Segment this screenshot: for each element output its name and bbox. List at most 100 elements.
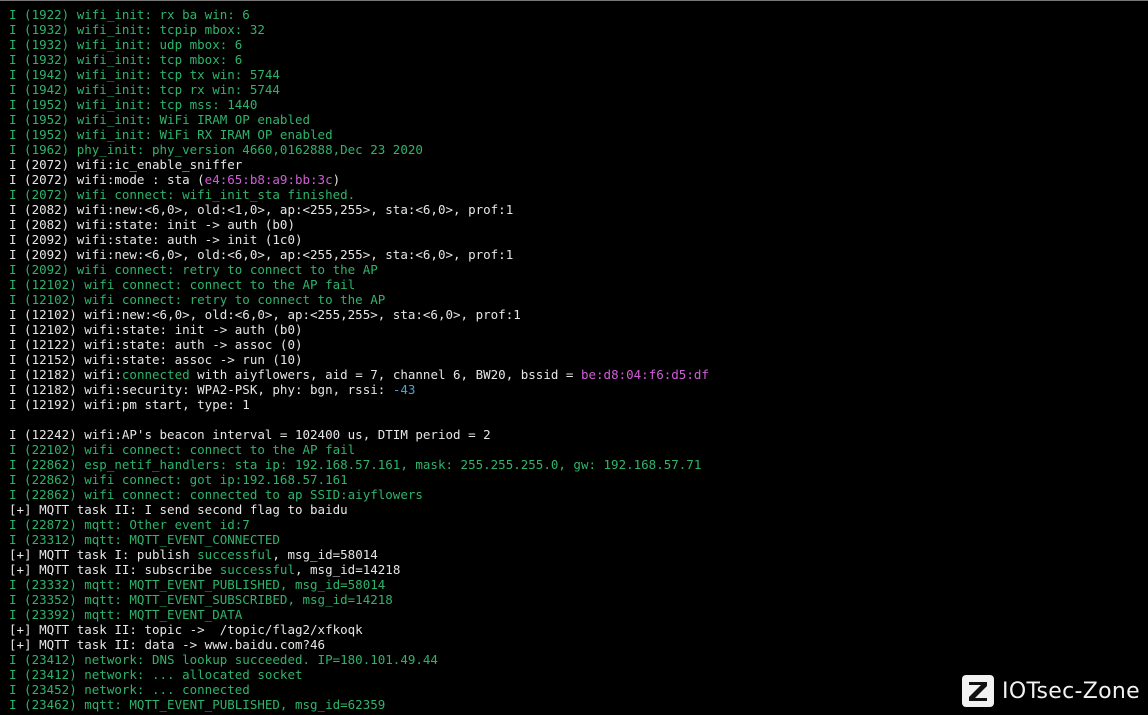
log-segment: I (23412) network: ... allocated socket <box>9 667 303 682</box>
log-segment: [+] MQTT task II: data -> www.baidu.com?… <box>9 637 326 652</box>
log-line: I (1932) wifi_init: udp mbox: 6 <box>9 37 709 52</box>
log-line: I (23352) mqtt: MQTT_EVENT_SUBSCRIBED, m… <box>9 592 709 607</box>
log-line: I (1932) wifi_init: tcpip mbox: 32 <box>9 22 709 37</box>
log-line: I (23412) network: ... allocated socket <box>9 667 709 682</box>
log-segment: I (12152) wifi:state: assoc -> run (10) <box>9 352 303 367</box>
log-segment: I (23312) mqtt: MQTT_EVENT_CONNECTED <box>9 532 280 547</box>
terminal-output: I (1922) wifi_init: rx ba win: 6I (1932)… <box>9 7 709 712</box>
log-line: [+] MQTT task II: topic -> /topic/flag2/… <box>9 622 709 637</box>
log-segment: I (2072) wifi:ic_enable_sniffer <box>9 157 243 172</box>
log-segment: connected <box>121 367 190 382</box>
log-line: I (2092) wifi:state: auth -> init (1c0) <box>9 232 709 247</box>
log-segment: I (2082) wifi:new:<6,0>, old:<1,0>, ap:<… <box>9 202 514 217</box>
log-line: I (22872) mqtt: Other event id:7 <box>9 517 709 532</box>
log-line: I (12182) wifi:connected with aiyflowers… <box>9 367 709 382</box>
log-segment: I (12102) wifi:new:<6,0>, old:<6,0>, ap:… <box>9 307 521 322</box>
log-segment: I (1932) wifi_init: tcpip mbox: 32 <box>9 22 265 37</box>
log-line: I (23412) network: DNS lookup succeeded.… <box>9 652 709 667</box>
log-segment: I (22872) mqtt: Other event id:7 <box>9 517 250 532</box>
log-line: I (12122) wifi:state: auth -> assoc (0) <box>9 337 709 352</box>
log-line: I (22102) wifi connect: connect to the A… <box>9 442 709 457</box>
log-line: [+] MQTT task I: publish successful, msg… <box>9 547 709 562</box>
log-segment: I (2072) wifi:mode : sta ( <box>9 172 205 187</box>
log-line: I (23332) mqtt: MQTT_EVENT_PUBLISHED, ms… <box>9 577 709 592</box>
log-segment: I (23352) mqtt: MQTT_EVENT_SUBSCRIBED, m… <box>9 592 393 607</box>
log-segment: -43 <box>392 382 416 397</box>
log-segment: be:d8:04:f6:d5:df <box>580 367 709 382</box>
log-segment: I (1952) wifi_init: WiFi RX IRAM OP enab… <box>9 127 333 142</box>
log-segment: [+] MQTT task II: I send second flag to … <box>9 502 348 517</box>
log-line: I (2072) wifi:ic_enable_sniffer <box>9 157 709 172</box>
log-line: I (1942) wifi_init: tcp rx win: 5744 <box>9 82 709 97</box>
log-segment: I (2092) wifi connect: retry to connect … <box>9 262 378 277</box>
log-line: I (12102) wifi:state: init -> auth (b0) <box>9 322 709 337</box>
log-line: I (1942) wifi_init: tcp tx win: 5744 <box>9 67 709 82</box>
log-line: I (2072) wifi connect: wifi_init_sta fin… <box>9 187 709 202</box>
log-line: I (1952) wifi_init: WiFi RX IRAM OP enab… <box>9 127 709 142</box>
log-segment: I (23462) mqtt: MQTT_EVENT_PUBLISHED, ms… <box>9 697 386 712</box>
log-line: I (12102) wifi:new:<6,0>, old:<6,0>, ap:… <box>9 307 709 322</box>
log-segment: I (12182) wifi:security: WPA2-PSK, phy: … <box>9 382 393 397</box>
log-segment: successful <box>219 562 295 577</box>
log-segment: I (1932) wifi_init: udp mbox: 6 <box>9 37 243 52</box>
log-segment: I (22862) wifi connect: got ip:192.168.5… <box>9 472 348 487</box>
log-line: I (23392) mqtt: MQTT_EVENT_DATA <box>9 607 709 622</box>
log-segment: I (1962) phy_init: phy_version 4660,0162… <box>9 142 423 157</box>
log-segment: with aiyflowers, aid = 7, channel 6, BW2… <box>189 367 581 382</box>
watermark-text: IOTsec-Zone <box>1002 678 1140 704</box>
log-segment: I (1932) wifi_init: tcp mbox: 6 <box>9 52 243 67</box>
log-line: I (12152) wifi:state: assoc -> run (10) <box>9 352 709 367</box>
log-segment: successful <box>197 547 273 562</box>
log-segment: I (23412) network: DNS lookup succeeded.… <box>9 652 438 667</box>
log-line: I (1962) phy_init: phy_version 4660,0162… <box>9 142 709 157</box>
log-line: [+] MQTT task II: data -> www.baidu.com?… <box>9 637 709 652</box>
log-line: I (12182) wifi:security: WPA2-PSK, phy: … <box>9 382 709 397</box>
watermark: IOTsec-Zone <box>962 671 1140 711</box>
log-line: I (23462) mqtt: MQTT_EVENT_PUBLISHED, ms… <box>9 697 709 712</box>
log-line: I (12192) wifi:pm start, type: 1 <box>9 397 709 412</box>
log-line: I (22862) esp_netif_handlers: sta ip: 19… <box>9 457 709 472</box>
log-segment: I (12192) wifi:pm start, type: 1 <box>9 397 250 412</box>
log-segment: , msg_id=58014 <box>272 547 378 562</box>
log-segment: I (12102) wifi connect: connect to the A… <box>9 277 356 292</box>
log-line: I (1932) wifi_init: tcp mbox: 6 <box>9 52 709 67</box>
log-segment: I (23452) network: ... connected <box>9 682 250 697</box>
log-segment: I (1952) wifi_init: tcp mss: 1440 <box>9 97 258 112</box>
log-segment: I (12102) wifi:state: init -> auth (b0) <box>9 322 303 337</box>
log-line: [+] MQTT task II: I send second flag to … <box>9 502 709 517</box>
log-line: I (12102) wifi connect: connect to the A… <box>9 277 709 292</box>
terminal-window[interactable]: I (1922) wifi_init: rx ba win: 6I (1932)… <box>0 0 1148 715</box>
log-segment: I (1922) wifi_init: rx ba win: 6 <box>9 7 250 22</box>
log-segment: e4:65:b8:a9:bb:3c <box>204 172 333 187</box>
log-line: I (22862) wifi connect: connected to ap … <box>9 487 709 502</box>
log-segment: [+] MQTT task II: topic -> /topic/flag2/… <box>9 622 363 637</box>
log-line: I (23312) mqtt: MQTT_EVENT_CONNECTED <box>9 532 709 547</box>
log-line: I (1952) wifi_init: tcp mss: 1440 <box>9 97 709 112</box>
log-line: I (2082) wifi:state: init -> auth (b0) <box>9 217 709 232</box>
log-segment: I (22862) esp_netif_handlers: sta ip: 19… <box>9 457 702 472</box>
log-segment: I (12122) wifi:state: auth -> assoc (0) <box>9 337 303 352</box>
log-segment: I (12242) wifi:AP's beacon interval = 10… <box>9 427 491 442</box>
log-segment: [+] MQTT task II: subscribe <box>9 562 220 577</box>
log-segment: I (1942) wifi_init: tcp rx win: 5744 <box>9 82 280 97</box>
log-segment: I (12102) wifi connect: retry to connect… <box>9 292 386 307</box>
log-segment: I (1942) wifi_init: tcp tx win: 5744 <box>9 67 280 82</box>
log-line: I (2072) wifi:mode : sta (e4:65:b8:a9:bb… <box>9 172 709 187</box>
log-line: I (1922) wifi_init: rx ba win: 6 <box>9 7 709 22</box>
log-segment: [+] MQTT task I: publish <box>9 547 198 562</box>
log-segment: I (2072) wifi connect: wifi_init_sta fin… <box>9 187 356 202</box>
log-line: I (22862) wifi connect: got ip:192.168.5… <box>9 472 709 487</box>
log-segment: , msg_id=14218 <box>294 562 401 577</box>
log-line: I (12102) wifi connect: retry to connect… <box>9 292 709 307</box>
log-segment: I (12182) wifi: <box>9 367 122 382</box>
log-segment: I (2092) wifi:state: auth -> init (1c0) <box>9 232 303 247</box>
log-line: I (12242) wifi:AP's beacon interval = 10… <box>9 427 709 442</box>
log-line: I (2092) wifi connect: retry to connect … <box>9 262 709 277</box>
z-logo-icon <box>962 675 995 707</box>
log-line: I (1952) wifi_init: WiFi IRAM OP enabled <box>9 112 709 127</box>
log-segment: I (2082) wifi:state: init -> auth (b0) <box>9 217 295 232</box>
log-line: I (2082) wifi:new:<6,0>, old:<1,0>, ap:<… <box>9 202 709 217</box>
log-line: I (2092) wifi:new:<6,0>, old:<6,0>, ap:<… <box>9 247 709 262</box>
log-segment: I (2092) wifi:new:<6,0>, old:<6,0>, ap:<… <box>9 247 514 262</box>
